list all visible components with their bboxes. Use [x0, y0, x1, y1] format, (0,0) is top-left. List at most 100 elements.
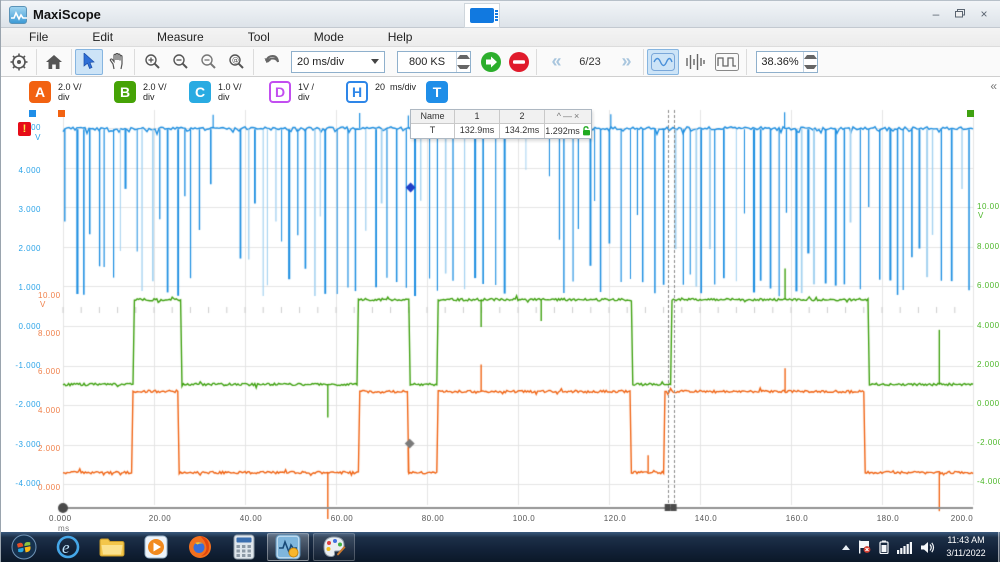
channel-button-A[interactable]: A2.0 V/ div	[29, 81, 82, 103]
digital-view-button[interactable]	[711, 49, 743, 75]
hand-icon	[109, 53, 125, 70]
firefox-button[interactable]	[183, 533, 217, 561]
start-menu-button[interactable]	[7, 533, 41, 561]
channel-b-position-marker[interactable]	[967, 110, 974, 117]
y-axis-orange-label: 2.000	[38, 444, 61, 453]
y-axis-green-label: 0.000	[977, 399, 1000, 408]
start-button[interactable]	[477, 49, 505, 75]
maxiscope-taskbar-button[interactable]	[267, 533, 309, 561]
zoom-out-button[interactable]	[166, 49, 194, 75]
stop-button[interactable]	[505, 49, 533, 75]
menu-tool[interactable]: Tool	[234, 30, 284, 44]
restore-button[interactable]	[953, 7, 967, 21]
settings-button[interactable]	[5, 49, 33, 75]
spin-up-icon	[457, 52, 470, 62]
y-axis-orange-label: 8.000	[38, 329, 61, 338]
sample-rate-spinner[interactable]: 800 KS	[397, 51, 471, 73]
close-button[interactable]: ×	[977, 7, 991, 21]
svg-text:e: e	[62, 538, 70, 557]
y-axis-blue-label: 1.000	[1, 283, 41, 292]
folder-icon	[98, 535, 126, 559]
measure-delta: 1.292ms	[545, 125, 580, 138]
waveform-canvas[interactable]	[1, 108, 1000, 532]
warning-icon: !	[18, 122, 31, 136]
channel-T-badge[interactable]: T	[426, 81, 448, 103]
channel-H-badge[interactable]: H	[346, 81, 368, 103]
channel-button-B[interactable]: B2.0 V/ div	[114, 81, 167, 103]
battery-icon[interactable]	[879, 540, 889, 554]
timebase-select[interactable]: 20 ms/div	[291, 51, 385, 73]
previous-page-button[interactable]: «	[540, 51, 570, 72]
device-status-icon[interactable]	[464, 3, 500, 28]
channel-a-position-marker[interactable]	[58, 110, 65, 117]
zoom-out-icon	[172, 53, 189, 70]
x-axis-label: 40.00	[231, 514, 271, 523]
channel-button-T[interactable]: T	[426, 81, 448, 103]
zoom-previous-icon	[200, 53, 217, 70]
stop-icon	[508, 51, 530, 73]
channel-A-badge[interactable]: A	[29, 81, 51, 103]
zoom-fit-button[interactable]: @	[222, 49, 250, 75]
minimize-button[interactable]: –	[929, 7, 943, 21]
calculator-button[interactable]	[227, 533, 261, 561]
popup-collapse-button[interactable]: ^	[557, 110, 561, 123]
spin-up-icon	[804, 52, 817, 62]
menu-edit[interactable]: Edit	[78, 30, 127, 44]
paint-taskbar-button[interactable]	[313, 533, 355, 561]
clock-date: 3/11/2022	[935, 547, 997, 560]
channel-C-badge[interactable]: C	[189, 81, 211, 103]
pan-tool-button[interactable]	[103, 49, 131, 75]
x-axis-label: 20.00	[140, 514, 180, 523]
volume-icon[interactable]	[920, 541, 935, 554]
channel-D-badge[interactable]: D	[269, 81, 291, 103]
file-explorer-button[interactable]	[95, 533, 129, 561]
channel-H-scale-label: 20 ms/div	[375, 82, 416, 103]
undo-button[interactable]	[257, 49, 285, 75]
channel-button-H[interactable]: H 20 ms/div	[346, 81, 416, 103]
menu-file[interactable]: File	[15, 30, 62, 44]
zoom-in-icon	[144, 53, 161, 70]
spectrum-view-button[interactable]	[679, 49, 711, 75]
popup-close-button[interactable]: ×	[574, 110, 579, 123]
menu-help[interactable]: Help	[374, 30, 427, 44]
zoom-percent-spinner[interactable]: 38.36%	[756, 51, 818, 73]
scope-display: ! Name 1 2 ^ — × T 132.9ms 134.2ms 1.2	[1, 108, 1000, 532]
measure-value-1: 132.9ms	[455, 124, 500, 138]
spectrum-bars-icon	[684, 53, 706, 71]
menu-measure[interactable]: Measure	[143, 30, 218, 44]
tray-expand-icon[interactable]	[842, 545, 850, 550]
channel-D-scale-label: 1V / div	[298, 82, 314, 103]
windows-start-icon	[11, 534, 37, 560]
title-bar: MaxiScope – ×	[1, 0, 1000, 28]
window-title: MaxiScope	[33, 7, 101, 22]
network-signal-icon[interactable]	[897, 541, 912, 554]
waveform-view-button[interactable]	[647, 49, 679, 75]
x-axis-label: 140.0	[686, 514, 726, 523]
unlock-icon[interactable]	[582, 126, 591, 136]
menu-mode[interactable]: Mode	[300, 30, 358, 44]
channel-button-D[interactable]: D 1V / div	[269, 81, 314, 103]
measurement-popup[interactable]: Name 1 2 ^ — × T 132.9ms 134.2ms 1.292ms	[410, 109, 592, 139]
action-center-flag-icon[interactable]	[858, 540, 871, 554]
y-axis-blue-label: -2.000	[1, 400, 41, 409]
internet-explorer-button[interactable]: e	[51, 533, 85, 561]
channel-c-position-marker[interactable]	[29, 110, 36, 117]
popup-minimize-button[interactable]: —	[563, 110, 572, 123]
channel-B-badge[interactable]: B	[114, 81, 136, 103]
y-axis-blue-label: -4.000	[1, 479, 41, 488]
y-axis-green-label: 2.000	[977, 360, 1000, 369]
x-axis-label: 120.0	[595, 514, 635, 523]
taskbar-clock[interactable]: 11:43 AM 3/11/2022	[935, 534, 997, 560]
select-tool-button[interactable]	[75, 49, 103, 75]
zoom-in-button[interactable]	[138, 49, 166, 75]
media-player-icon	[143, 534, 169, 560]
zoom-previous-button[interactable]	[194, 49, 222, 75]
app-logo-icon	[9, 6, 27, 24]
next-page-button[interactable]: »	[610, 51, 640, 72]
channel-button-C[interactable]: C1.0 V/ div	[189, 81, 242, 103]
y-axis-green-label: 4.000	[977, 321, 1000, 330]
home-button[interactable]	[40, 49, 68, 75]
y-axis-green-unit: V	[978, 211, 984, 220]
media-player-button[interactable]	[139, 533, 173, 561]
collapse-panel-button[interactable]: «	[990, 79, 997, 93]
